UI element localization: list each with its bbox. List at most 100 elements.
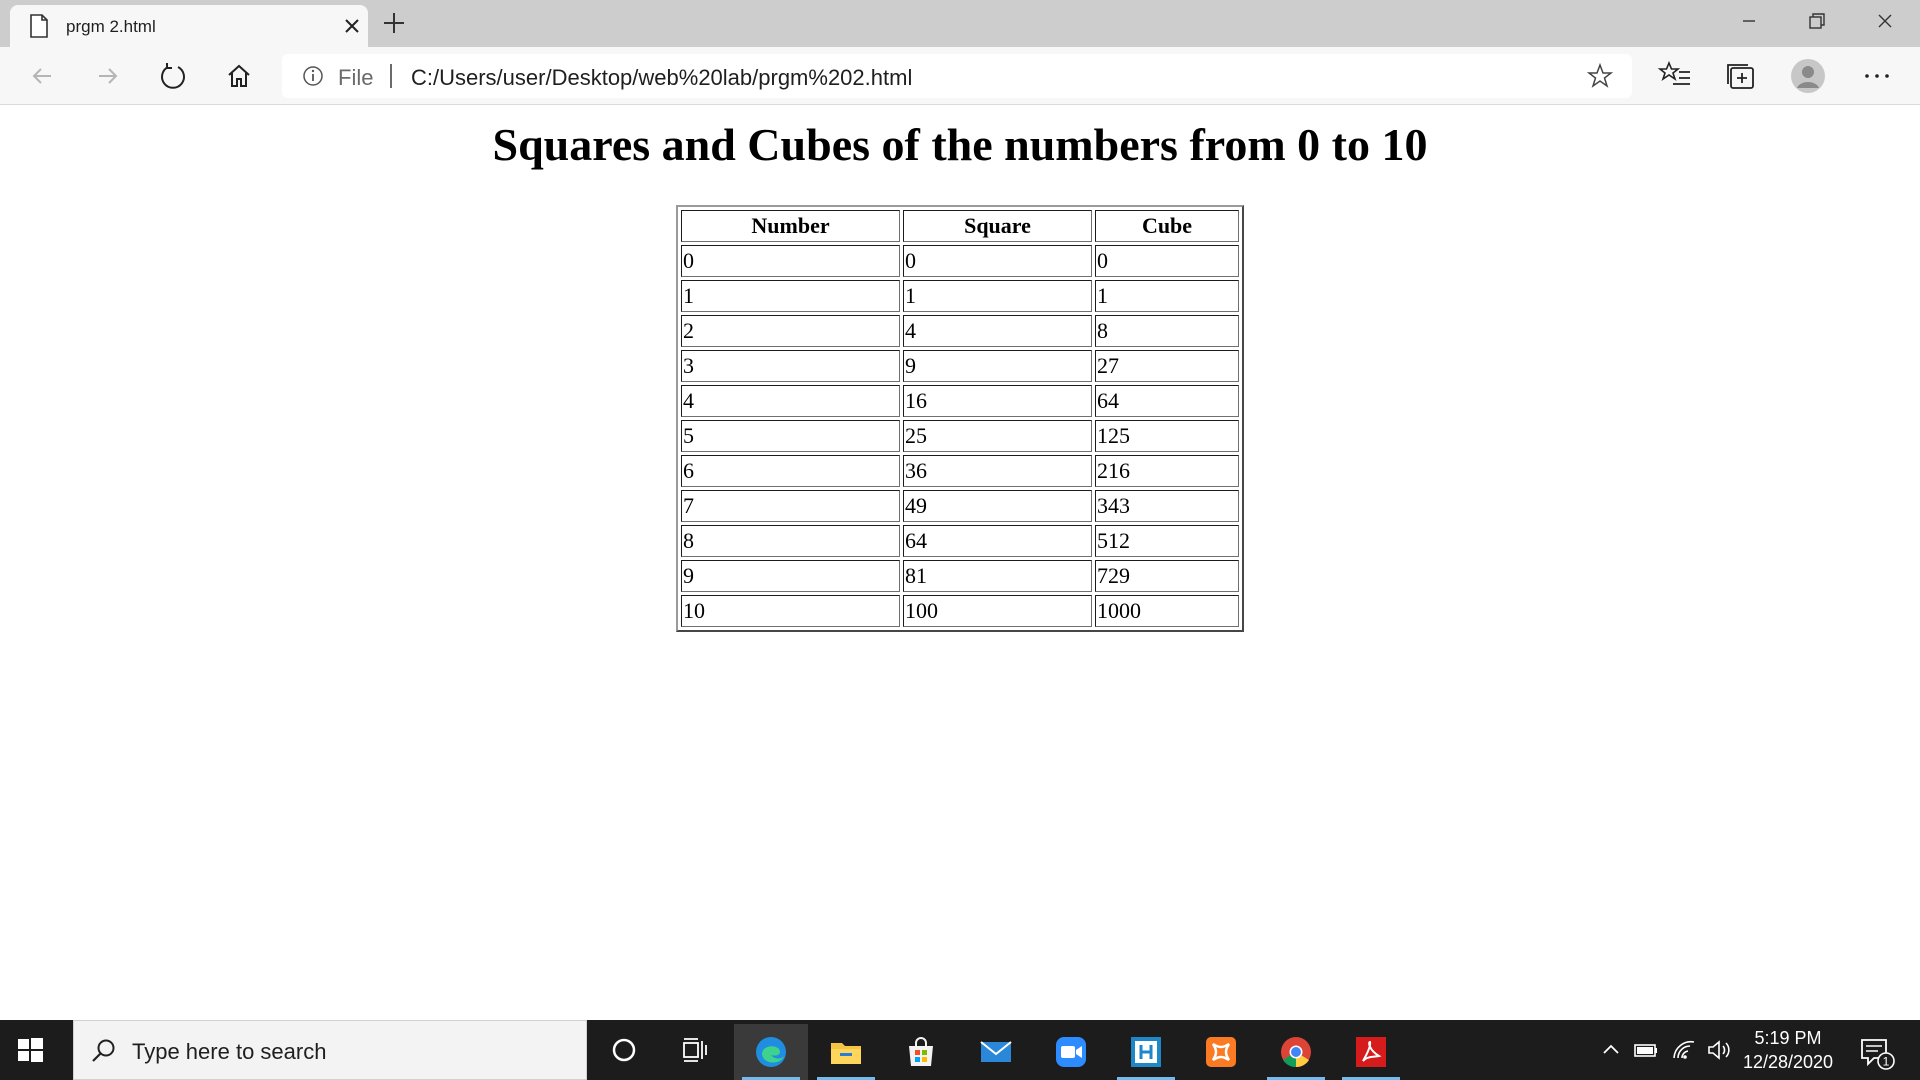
- cortana-icon[interactable]: [606, 1032, 642, 1068]
- number-cell: 0: [681, 245, 900, 277]
- squares-cubes-table-wrapper: Number Square Cube 0 0 0 1 1 1 2 4 8 3 9 27 4 16 64 5 25…: [676, 205, 1244, 632]
- cube-cell: 64: [1095, 385, 1239, 417]
- square-cell: 0: [903, 245, 1092, 277]
- profile-avatar-icon[interactable]: [1790, 58, 1826, 94]
- square-cell: 36: [903, 455, 1092, 487]
- show-hidden-icons-icon[interactable]: [1597, 1038, 1625, 1062]
- square-cell: 25: [903, 420, 1092, 452]
- table-header-row: Number Square Cube: [681, 210, 1239, 242]
- taskbar-app-button[interactable]: [809, 1024, 883, 1080]
- collections-icon[interactable]: [1723, 58, 1759, 94]
- square-cell: 64: [903, 525, 1092, 557]
- header-cube: Cube: [1095, 210, 1239, 242]
- taskbar-clock[interactable]: 5:19 PM 12/28/2020: [1728, 1026, 1848, 1074]
- page-heading: Squares and Cubes of the numbers from 0 …: [492, 119, 1428, 170]
- taskbar-app-button[interactable]: [1259, 1024, 1333, 1080]
- favorite-star-icon[interactable]: [1587, 63, 1613, 89]
- document-icon: [30, 14, 48, 38]
- table-body: 0 0 0 1 1 1 2 4 8 3 9 27 4 16 64 5 25 125 6 36 216 7 49 343 8 64 5…: [681, 245, 1239, 627]
- restore-icon[interactable]: [1784, 0, 1850, 44]
- zoom-icon: [1056, 1037, 1086, 1067]
- battery-icon[interactable]: [1632, 1038, 1660, 1062]
- windows-start-icon[interactable]: [15, 1035, 45, 1065]
- cube-cell: 125: [1095, 420, 1239, 452]
- forward-icon[interactable]: [91, 59, 125, 93]
- square-cell: 1: [903, 280, 1092, 312]
- table-row: 111: [681, 280, 1239, 312]
- reload-icon[interactable]: [156, 59, 190, 93]
- header-square: Square: [903, 210, 1092, 242]
- number-cell: 8: [681, 525, 900, 557]
- chrome-beta-icon: [1281, 1037, 1311, 1068]
- table-row: 000: [681, 245, 1239, 277]
- table-row: 9 81 729: [681, 560, 1239, 592]
- home-icon[interactable]: [222, 59, 256, 93]
- address-url[interactable]: C:/Users/user/Desktop/web%20lab/prgm%202…: [411, 65, 912, 91]
- header-number: Number: [681, 210, 900, 242]
- windows-taskbar: Type here to search 5:19 PM 12/28/2020 1: [0, 1020, 1920, 1080]
- xampp-icon: [1206, 1037, 1236, 1067]
- number-cell: 9: [681, 560, 900, 592]
- taskbar-app-button[interactable]: [1184, 1024, 1258, 1080]
- notification-count: 1: [1883, 1055, 1890, 1069]
- cube-cell: 512: [1095, 525, 1239, 557]
- acrobat-reader-icon: [1356, 1037, 1386, 1067]
- number-cell: 2: [681, 315, 900, 347]
- square-cell: 81: [903, 560, 1092, 592]
- cube-cell: 216: [1095, 455, 1239, 487]
- taskbar-search-box[interactable]: Type here to search: [73, 1020, 587, 1080]
- back-icon[interactable]: [25, 59, 59, 93]
- edge-icon: [756, 1037, 786, 1067]
- page-content: Squares and Cubes of the numbers from 0 …: [0, 105, 1920, 1020]
- square-cell: 4: [903, 315, 1092, 347]
- search-placeholder: Type here to search: [132, 1039, 327, 1064]
- table-row: 7 49 343: [681, 490, 1239, 522]
- table-row: 8 64 512: [681, 525, 1239, 557]
- square-cell: 9: [903, 350, 1092, 382]
- minimize-icon[interactable]: [1716, 0, 1782, 44]
- address-separator: [390, 64, 392, 88]
- browser-toolbar: File C:/Users/user/Desktop/web%20lab/prg…: [0, 47, 1920, 105]
- taskbar-app-button[interactable]: [1109, 1024, 1183, 1080]
- taskbar-app-button[interactable]: [1034, 1024, 1108, 1080]
- more-options-icon[interactable]: [1859, 58, 1895, 94]
- cube-cell: 0: [1095, 245, 1239, 277]
- number-cell: 10: [681, 595, 900, 627]
- window-close-icon[interactable]: [1852, 0, 1918, 44]
- taskbar-app-button[interactable]: [734, 1024, 808, 1080]
- tab-title: prgm 2.html: [66, 17, 156, 36]
- square-cell: 100: [903, 595, 1092, 627]
- number-cell: 4: [681, 385, 900, 417]
- table-row: 10 100 1000: [681, 595, 1239, 627]
- address-scheme-label: File: [338, 65, 374, 90]
- cube-cell: 1: [1095, 280, 1239, 312]
- wifi-icon[interactable]: [1670, 1038, 1698, 1062]
- taskbar-app-button[interactable]: [884, 1024, 958, 1080]
- table-row: 6 36 216: [681, 455, 1239, 487]
- square-cell: 49: [903, 490, 1092, 522]
- taskbar-app-button[interactable]: [959, 1024, 1033, 1080]
- new-tab-icon[interactable]: [380, 9, 408, 37]
- search-icon: [92, 1039, 115, 1062]
- mail-icon: [980, 1041, 1012, 1062]
- microsoft-store-icon: [909, 1037, 933, 1066]
- cube-cell: 1000: [1095, 595, 1239, 627]
- info-icon[interactable]: [302, 65, 324, 87]
- number-cell: 1: [681, 280, 900, 312]
- clock-time: 5:19 PM: [1754, 1028, 1822, 1048]
- browser-tab[interactable]: prgm 2.html: [10, 5, 368, 47]
- address-bar[interactable]: File C:/Users/user/Desktop/web%20lab/prg…: [282, 54, 1632, 98]
- table-row: 5 25 125: [681, 420, 1239, 452]
- browser-tab-strip: prgm 2.html: [0, 0, 1920, 47]
- cube-cell: 27: [1095, 350, 1239, 382]
- close-tab-icon[interactable]: [340, 14, 364, 38]
- square-cell: 16: [903, 385, 1092, 417]
- favorites-icon[interactable]: [1657, 58, 1693, 94]
- table-row: 3 9 27: [681, 350, 1239, 382]
- table-row: 248: [681, 315, 1239, 347]
- taskbar-app-button[interactable]: [1334, 1024, 1408, 1080]
- action-center-icon[interactable]: 1: [1856, 1032, 1896, 1072]
- cube-cell: 729: [1095, 560, 1239, 592]
- task-view-icon[interactable]: [677, 1032, 713, 1068]
- table-row: 4 16 64: [681, 385, 1239, 417]
